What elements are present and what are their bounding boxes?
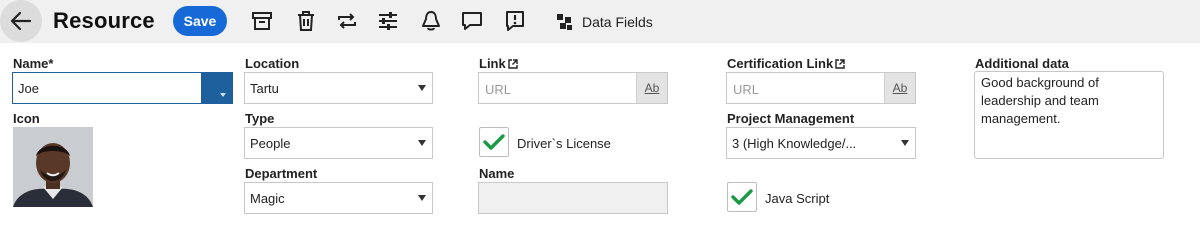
location-value: Tartu — [250, 81, 279, 96]
certification-link-format-button[interactable]: Ab — [884, 73, 915, 103]
link-format-button[interactable]: Ab — [636, 73, 667, 103]
caret-down-icon — [220, 93, 226, 97]
checkmark-icon — [731, 189, 753, 205]
delete-button[interactable] — [294, 9, 318, 33]
data-fields-button[interactable]: Data Fields — [556, 11, 653, 33]
data-fields-label: Data Fields — [582, 14, 653, 30]
certification-link-placeholder: URL — [733, 82, 760, 97]
trash-icon — [298, 11, 314, 31]
project-management-label: Project Management — [727, 111, 855, 126]
external-link-icon — [508, 59, 518, 69]
project-management-select[interactable]: 3 (High Knowledge/... — [726, 127, 916, 159]
certification-link-label: Certification Link — [727, 56, 845, 71]
name2-label: Name — [479, 166, 515, 181]
name2-input — [478, 182, 668, 214]
java-script-checkbox[interactable] — [727, 182, 757, 212]
repeat-icon — [338, 13, 356, 29]
name-value: Joe — [18, 81, 39, 96]
project-management-value: 3 (High Knowledge/... — [732, 136, 857, 151]
additional-data-textarea[interactable]: Good background of leadership and team m… — [974, 71, 1164, 159]
page-title: Resource — [53, 8, 155, 33]
department-select[interactable]: Magic — [244, 182, 433, 214]
caret-down-icon — [901, 140, 909, 146]
certification-link-label-text: Certification Link — [727, 56, 834, 71]
archive-button[interactable] — [250, 9, 274, 33]
caret-down-icon — [418, 140, 426, 146]
toolbar: Resource Save Data Fields — [0, 0, 1200, 43]
name-dropdown-button[interactable] — [201, 73, 232, 103]
external-link-icon — [835, 59, 845, 69]
checkmark-icon — [483, 134, 505, 150]
caret-down-icon — [418, 85, 426, 91]
avatar-photo — [13, 127, 93, 207]
back-arrow-icon — [10, 11, 32, 31]
drivers-license-checkbox[interactable] — [479, 127, 509, 157]
notifications-button[interactable] — [419, 9, 443, 33]
comments-button[interactable] — [460, 9, 484, 33]
sliders-icon — [379, 12, 397, 30]
link-label-text: Link — [479, 56, 506, 71]
data-fields-icon — [557, 14, 572, 30]
report-icon — [506, 11, 524, 31]
department-label: Department — [245, 166, 318, 181]
icon-label: Icon — [13, 111, 40, 126]
department-value: Magic — [250, 191, 285, 206]
certification-link-input[interactable]: URL Ab — [726, 72, 916, 104]
comment-icon — [462, 12, 482, 30]
link-label: Link — [479, 56, 518, 71]
link-input[interactable]: URL Ab — [478, 72, 668, 104]
drivers-license-label: Driver`s License — [517, 136, 611, 151]
back-button[interactable] — [0, 0, 42, 42]
avatar[interactable] — [13, 127, 93, 207]
java-script-label: Java Script — [765, 191, 830, 206]
report-button[interactable] — [503, 9, 527, 33]
location-label: Location — [245, 56, 300, 71]
type-value: People — [250, 136, 291, 151]
name-field[interactable]: Joe — [12, 72, 233, 104]
save-button[interactable]: Save — [173, 6, 227, 36]
additional-data-label: Additional data — [975, 56, 1069, 71]
name-label: Name* — [13, 56, 54, 71]
archive-icon — [252, 12, 272, 30]
bell-icon — [422, 11, 440, 31]
settings-button[interactable] — [376, 9, 400, 33]
type-label: Type — [245, 111, 275, 126]
link-placeholder: URL — [485, 82, 512, 97]
caret-down-icon — [418, 195, 426, 201]
type-select[interactable]: People — [244, 127, 433, 159]
location-select[interactable]: Tartu — [244, 72, 433, 104]
repeat-button[interactable] — [335, 9, 359, 33]
